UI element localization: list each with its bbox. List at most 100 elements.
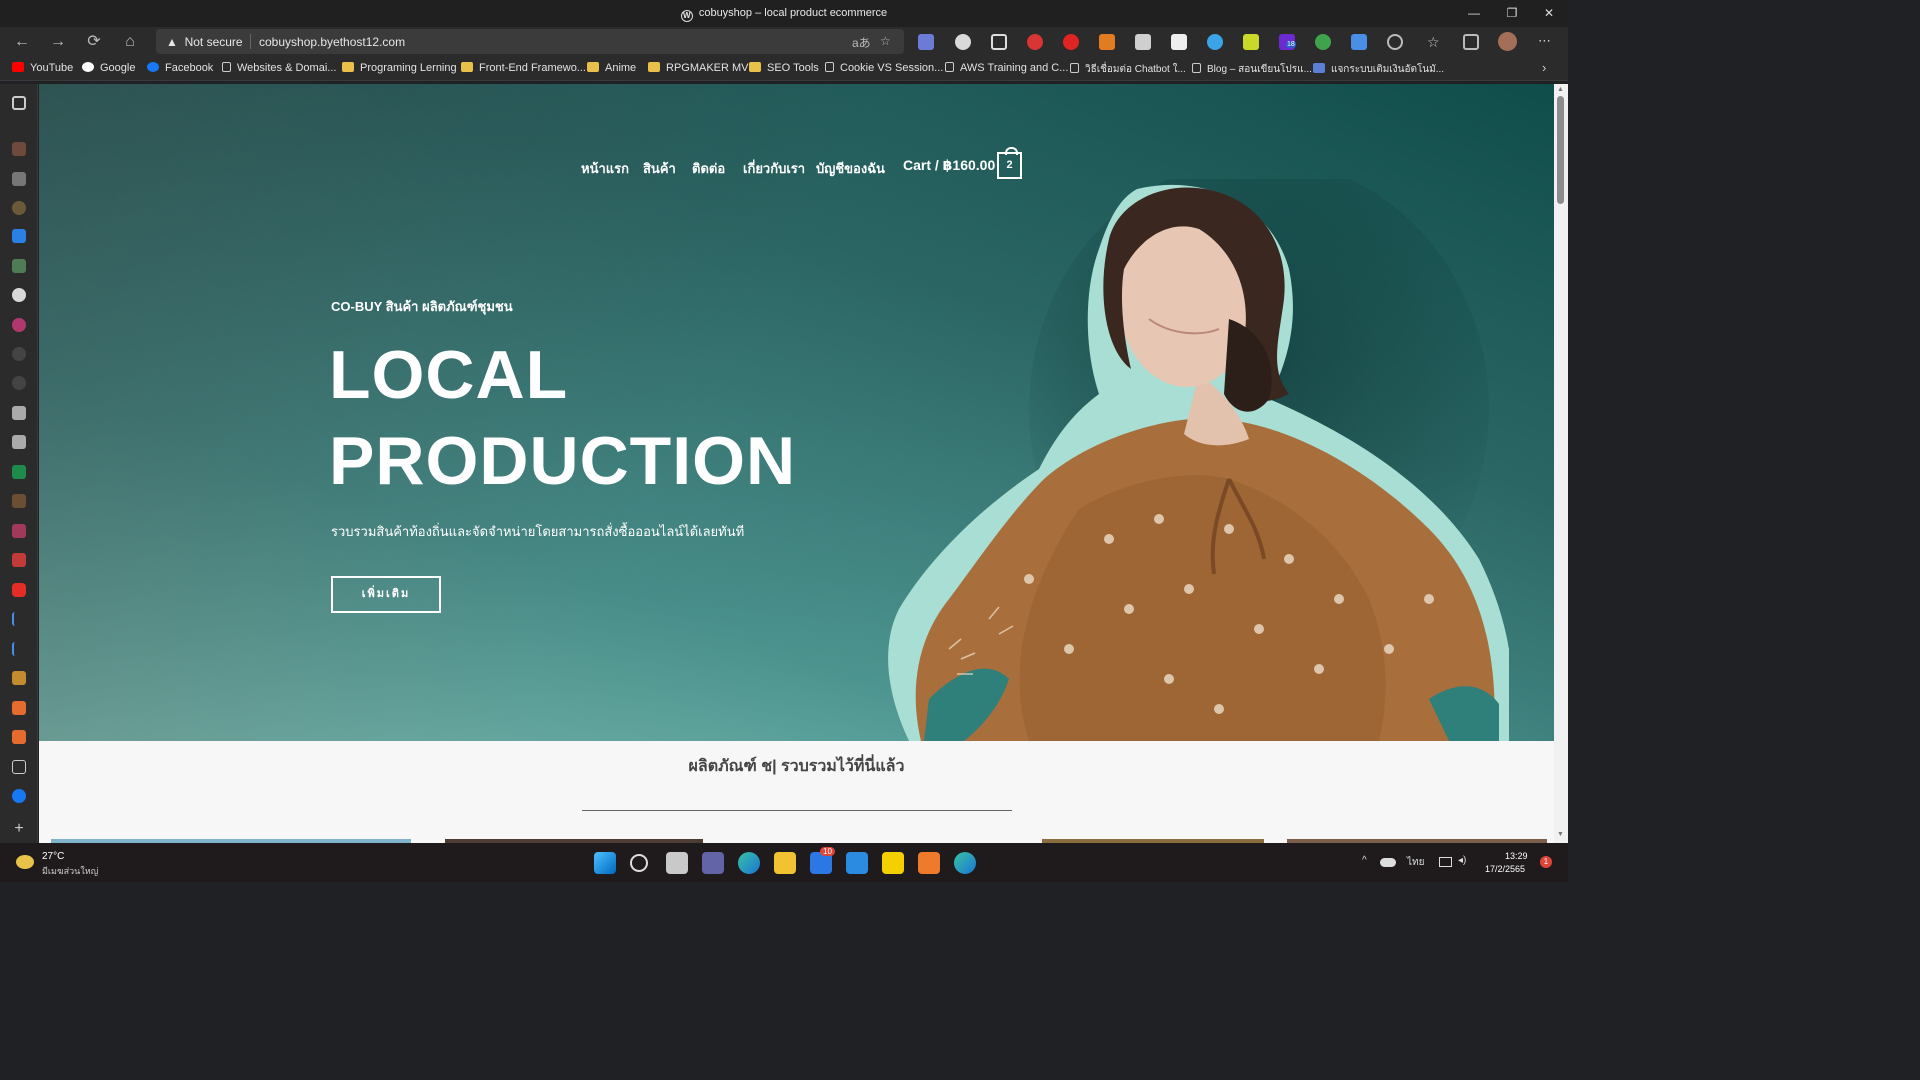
gear-extension-icon[interactable] (955, 34, 971, 50)
tab-icon[interactable] (12, 494, 26, 508)
flag-tab-icon[interactable] (12, 612, 26, 626)
nav-products[interactable]: สินค้า (643, 158, 676, 179)
cart-count-icon[interactable]: 2 (997, 147, 1022, 179)
weather-text[interactable]: มีเมฆส่วนใหญ่ (42, 864, 98, 878)
youtube-tab-icon[interactable] (12, 583, 26, 597)
tab-icon[interactable] (12, 524, 26, 538)
tab-actions-icon[interactable] (12, 96, 26, 110)
scroll-up-icon[interactable]: ▲ (1557, 86, 1565, 93)
start-icon[interactable] (594, 852, 616, 874)
weather-icon[interactable] (16, 855, 34, 869)
chat-extension-icon[interactable] (1243, 34, 1259, 50)
fox-extension-icon[interactable] (1099, 34, 1115, 50)
bookmark-extension-icon[interactable] (991, 34, 1007, 50)
bookmark-item[interactable]: SEO Tools (749, 62, 819, 74)
screenshot-extension-icon[interactable] (1351, 34, 1367, 50)
xampp-icon[interactable] (918, 852, 940, 874)
bookmark-item[interactable]: Cookie VS Session... (825, 62, 943, 74)
eye-extension-icon[interactable] (1315, 34, 1331, 50)
mail-icon[interactable]: 10 (810, 847, 835, 874)
stop-hand-icon[interactable] (1063, 34, 1079, 50)
tab-icon[interactable] (12, 172, 26, 186)
show-hidden-icons[interactable]: ^ (1362, 855, 1367, 866)
scroll-down-icon[interactable]: ▼ (1557, 831, 1565, 838)
home-button[interactable]: ⌂ (118, 31, 142, 53)
collections-icon[interactable] (1463, 34, 1479, 50)
tab-icon[interactable] (12, 201, 26, 215)
puzzle-extension-icon[interactable]: 18 (1279, 34, 1296, 50)
more-menu-icon[interactable]: ⋯ (1538, 34, 1554, 50)
new-tab-icon[interactable]: + (12, 821, 26, 837)
edge-icon[interactable] (738, 852, 760, 874)
nav-about[interactable]: เกี่ยวกับเรา (743, 158, 805, 179)
bookmark-item[interactable]: Anime (587, 62, 636, 74)
adblock-icon[interactable] (1027, 34, 1043, 50)
xampp-tab-icon[interactable] (12, 701, 26, 715)
codepen-tab-icon[interactable] (12, 435, 26, 449)
xampp-tab-icon[interactable] (12, 730, 26, 744)
clock-time[interactable]: 13:29 (1505, 851, 1528, 861)
profile-avatar[interactable] (1498, 32, 1517, 51)
bookmark-item[interactable]: Programing Lerning (342, 62, 457, 74)
bookmark-item[interactable]: แจกระบบเติมเงินอัตโนมั... (1313, 62, 1444, 77)
tab-icon[interactable] (12, 347, 26, 361)
pen-extension-icon[interactable] (918, 34, 934, 50)
bookmark-item[interactable]: AWS Training and C... (945, 62, 1068, 74)
forward-button[interactable]: → (46, 31, 70, 53)
wordpress-tab-icon[interactable] (12, 288, 26, 302)
bookmark-item[interactable]: Blog – สอนเขียนโปรแ... (1192, 62, 1312, 77)
gmail-tab-icon[interactable] (12, 553, 26, 567)
network-icon[interactable] (1439, 857, 1452, 867)
add-favorite-icon[interactable]: ☆ (880, 34, 891, 48)
bookmark-item[interactable]: วิธีเชื่อมต่อ Chatbot ใ... (1070, 62, 1186, 77)
tab-icon[interactable] (12, 142, 26, 156)
more-button[interactable]: เพิ่มเติม (331, 576, 441, 613)
edge-dev-icon[interactable] (954, 852, 976, 874)
page-tab-icon[interactable] (12, 760, 26, 774)
reload-button[interactable]: ⟳ (82, 31, 106, 53)
nav-contact[interactable]: ติดต่อ (692, 158, 725, 179)
tab-icon[interactable] (12, 465, 26, 479)
search-icon[interactable] (630, 854, 648, 872)
address-bar[interactable]: ▲ Not secure cobuyshop.byethost12.com aあ… (156, 29, 904, 54)
vscode-icon[interactable] (846, 852, 868, 874)
flag-tab-icon[interactable] (12, 642, 26, 656)
window-extension-icon[interactable] (1171, 34, 1187, 50)
nav-home[interactable]: หน้าแรก (581, 158, 629, 179)
bookmark-item[interactable]: Websites & Domai... (222, 62, 336, 74)
play-tab-icon[interactable] (12, 229, 26, 243)
bookmarks-overflow-icon[interactable]: › (1542, 60, 1546, 75)
page-scrollbar[interactable]: ▲ ▼ (1554, 84, 1568, 843)
bookmark-item[interactable]: Front-End Framewo... (461, 62, 586, 74)
restore-button[interactable]: ❐ (1493, 0, 1531, 27)
tab-icon[interactable] (12, 318, 26, 332)
read-aloud-icon[interactable]: aあ (852, 34, 871, 51)
cart-link[interactable]: Cart / ฿160.00 (903, 157, 995, 174)
nav-account[interactable]: บัญชีของฉัน (816, 158, 885, 179)
tab-icon[interactable] (12, 671, 26, 685)
shield-extension-icon[interactable] (1207, 34, 1223, 50)
codepen-tab-icon[interactable] (12, 406, 26, 420)
tab-icon[interactable] (12, 259, 26, 273)
weather-temp[interactable]: 27°C (42, 851, 64, 862)
bookmark-item[interactable]: RPGMAKER MV (648, 62, 749, 74)
bookmark-item[interactable]: Facebook (147, 62, 213, 74)
bookmark-item[interactable]: YouTube (12, 62, 73, 74)
tab-icon[interactable] (12, 376, 26, 390)
close-button[interactable]: ✕ (1530, 0, 1568, 27)
favorites-icon[interactable]: ☆ (1427, 34, 1443, 50)
input-language[interactable]: ไทย (1407, 855, 1424, 870)
onedrive-icon[interactable] (1380, 858, 1396, 867)
chat-icon[interactable] (702, 852, 724, 874)
facebook-tab-icon[interactable] (12, 789, 26, 803)
clock-date[interactable]: 17/2/2565 (1485, 864, 1525, 874)
bookmark-item[interactable]: Google (82, 62, 135, 74)
minimize-button[interactable]: — (1455, 0, 1493, 27)
notification-badge[interactable]: 1 (1540, 856, 1552, 868)
printer-extension-icon[interactable] (1135, 34, 1151, 50)
file-explorer-icon[interactable] (774, 852, 796, 874)
volume-icon[interactable]: ◂) (1458, 855, 1466, 866)
extensions-icon[interactable] (1387, 34, 1403, 50)
back-button[interactable]: ← (10, 31, 34, 53)
sticky-notes-icon[interactable] (882, 852, 904, 874)
